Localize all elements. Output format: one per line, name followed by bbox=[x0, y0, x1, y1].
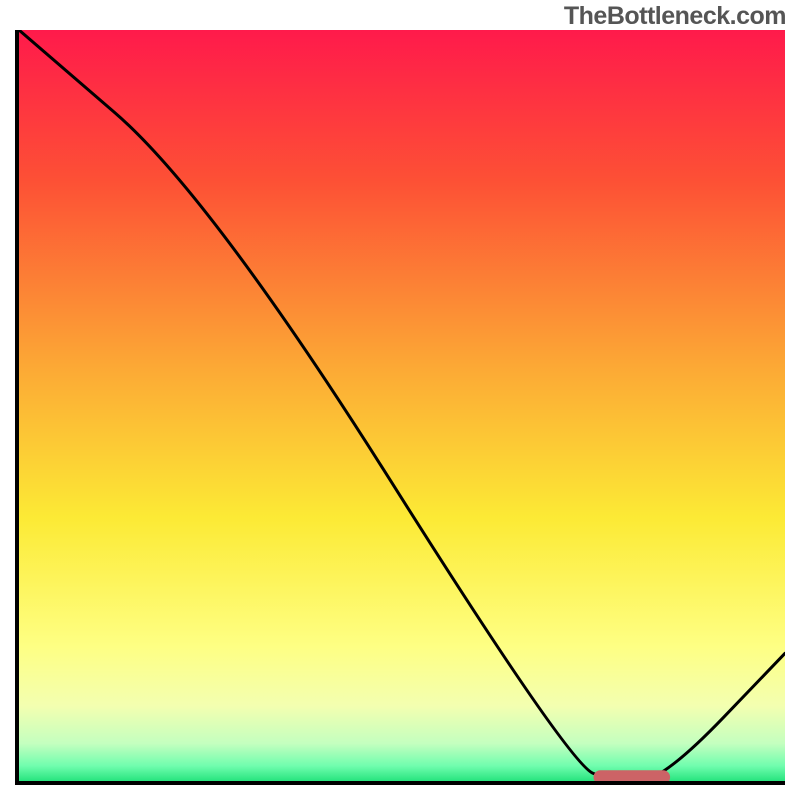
gradient-background bbox=[19, 30, 785, 781]
plot-area bbox=[15, 30, 785, 785]
optimal-range-marker bbox=[594, 770, 671, 781]
watermark-text: TheBottleneck.com bbox=[564, 2, 786, 31]
chart-frame: TheBottleneck.com bbox=[0, 0, 800, 800]
plot-svg bbox=[19, 30, 785, 781]
